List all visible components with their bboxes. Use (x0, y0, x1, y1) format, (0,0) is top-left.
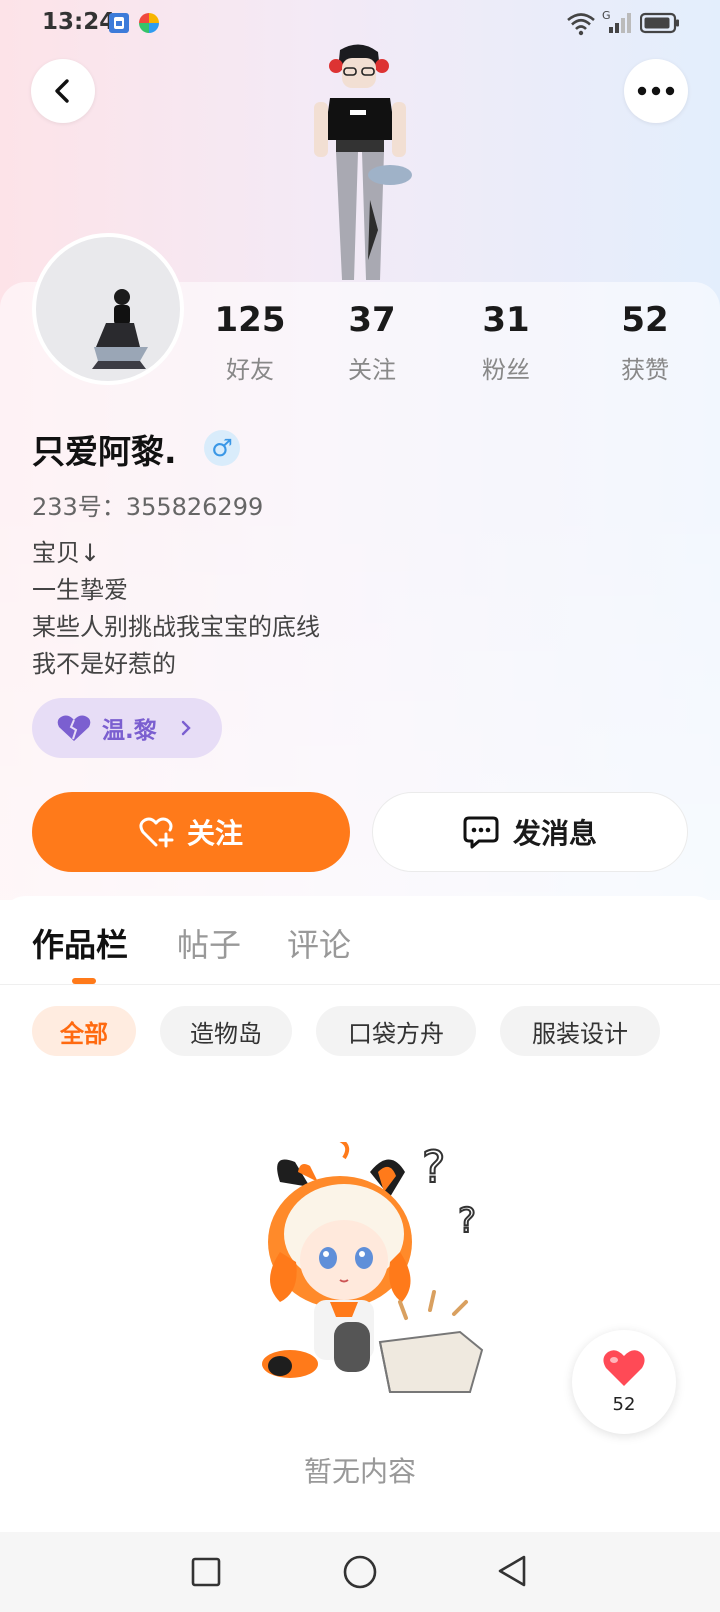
stat-value: 125 (214, 300, 286, 340)
stat-likes[interactable]: 52 获赞 (595, 300, 695, 385)
follow-label: 关注 (186, 817, 243, 850)
chevron-right-icon (181, 720, 191, 736)
character-3d-avatar (314, 44, 412, 280)
like-count: 52 (612, 1394, 636, 1415)
group-badge-button[interactable]: 温.黎 (32, 698, 222, 758)
avatar-figure (92, 289, 148, 369)
message-label: 发消息 (512, 817, 597, 850)
chat-bubble-icon (463, 816, 499, 849)
stat-label: 好友 (226, 356, 274, 384)
stat-label: 关注 (348, 356, 396, 384)
profile-nickname: 只爱阿黎. (32, 432, 177, 471)
heart-plus-icon (139, 817, 174, 848)
tab-works[interactable]: 作品栏 (32, 920, 128, 966)
bio-line: 一生挚爱 (32, 576, 128, 604)
tab-posts[interactable]: 帖子 (177, 920, 241, 966)
chevron-left-icon (55, 79, 69, 103)
heart-icon (603, 1350, 645, 1386)
wifi-icon (567, 13, 595, 36)
recent-apps-icon[interactable] (190, 1556, 222, 1588)
empty-state-illustration: ? ? (262, 1142, 484, 1393)
stat-value: 31 (482, 300, 530, 340)
filter-chip-pocket-ark[interactable]: 口袋方舟 (316, 1006, 476, 1056)
follow-button[interactable]: 关注 (32, 792, 350, 872)
more-button[interactable] (624, 59, 688, 123)
status-time: 13:24 (42, 9, 116, 35)
bio-line: 某些人别挑战我宝宝的底线 (32, 613, 320, 641)
profile-uid[interactable]: 233号：355826299 (32, 487, 263, 522)
svg-text:?: ? (422, 1142, 445, 1193)
stat-following[interactable]: 37 关注 (322, 300, 422, 385)
battery-icon (640, 12, 679, 34)
broken-heart-icon (57, 715, 91, 741)
cell-signal-icon (609, 13, 631, 33)
sim-card-icon (109, 13, 129, 33)
filter-chip-all[interactable]: 全部 (32, 1006, 136, 1056)
stat-value: 52 (621, 300, 669, 340)
floating-like-button[interactable]: 52 (572, 1330, 676, 1434)
stat-label: 粉丝 (482, 356, 530, 384)
stat-value: 37 (348, 300, 396, 340)
profile-avatar[interactable] (32, 233, 184, 385)
tab-comments[interactable]: 评论 (287, 920, 351, 966)
stat-friends[interactable]: 125 好友 (200, 300, 300, 385)
filter-chip-creation-island[interactable]: 造物岛 (160, 1006, 292, 1056)
stat-fans[interactable]: 31 粉丝 (456, 300, 556, 385)
back-button[interactable] (31, 59, 95, 123)
bio-line: 我不是好惹的 (32, 650, 176, 678)
profile-bio: 宝贝↓ 一生挚爱 某些人别挑战我宝宝的底线 我不是好惹的 (32, 535, 320, 683)
system-navigation-bar (0, 1532, 720, 1612)
back-triangle-icon[interactable] (496, 1554, 528, 1588)
ellipsis-icon (637, 86, 675, 96)
pinwheel-app-icon (139, 13, 159, 33)
bio-line: 宝贝↓ (32, 539, 101, 567)
filter-chip-outfit-design[interactable]: 服装设计 (500, 1006, 660, 1056)
home-icon[interactable] (342, 1554, 378, 1590)
svg-text:?: ? (458, 1201, 476, 1241)
group-name: 温.黎 (102, 718, 157, 744)
stat-label: 获赞 (621, 356, 669, 384)
empty-state-text: 暂无内容 (303, 1455, 416, 1488)
message-button[interactable]: 发消息 (372, 792, 688, 872)
male-gender-icon: ♂ (204, 430, 240, 466)
tabs-divider (0, 984, 720, 985)
